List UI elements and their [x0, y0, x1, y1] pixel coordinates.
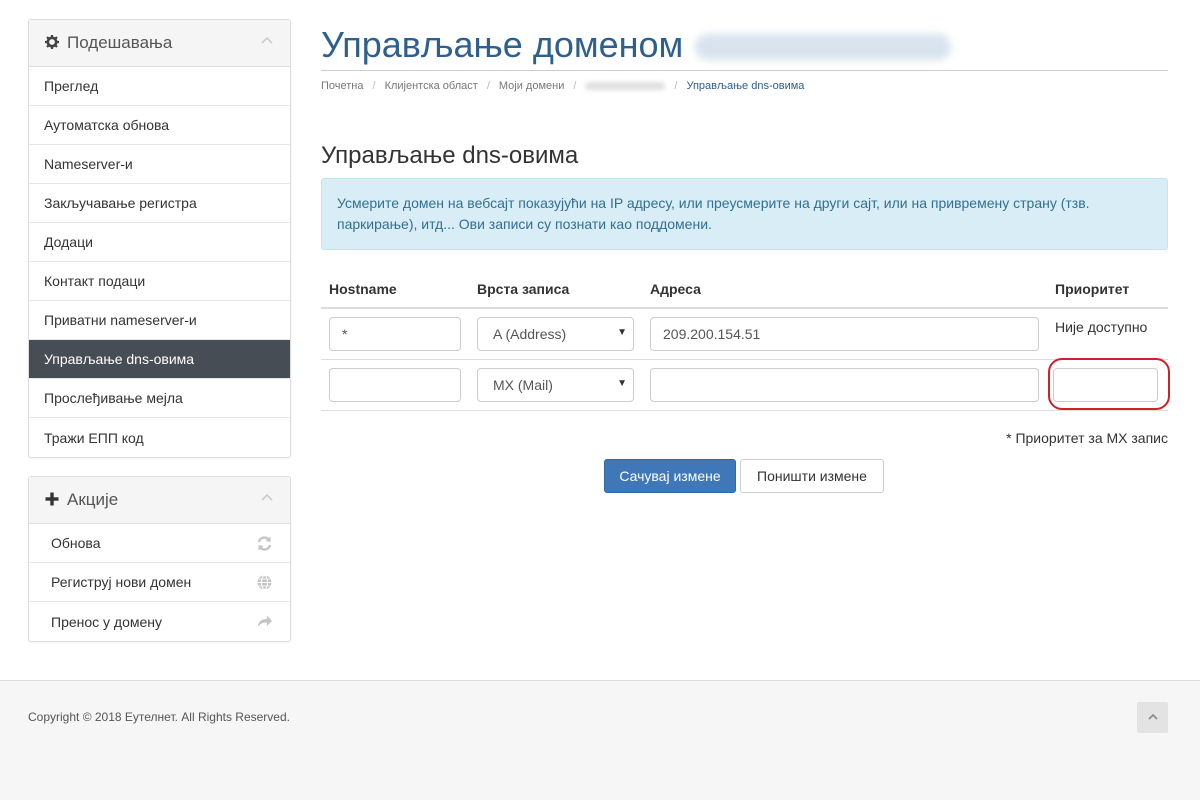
column-header-hostname: Hostname: [321, 268, 469, 309]
priority-not-available: Није доступно: [1055, 319, 1148, 335]
save-changes-button[interactable]: Сачувај измене: [604, 459, 736, 493]
globe-icon: [256, 574, 273, 591]
column-header-record-type: Врста записа: [469, 268, 642, 309]
sidebar-item-label: Прослеђивање мејла: [44, 390, 183, 406]
breadcrumb-separator: /: [372, 80, 376, 92]
breadcrumb-blurred-domain[interactable]: [585, 82, 666, 90]
address-input[interactable]: [650, 368, 1039, 402]
breadcrumb-separator: /: [573, 80, 577, 92]
chevron-up-icon[interactable]: [260, 34, 274, 48]
sidebar-item-registrar-lock[interactable]: Закључавање регистра: [29, 184, 290, 223]
actions-panel-title: Акције: [67, 490, 119, 509]
action-renew[interactable]: Обнова: [29, 524, 290, 563]
column-header-address: Адреса: [642, 268, 1047, 309]
blurred-domain-name: [695, 34, 952, 61]
sidebar-item-nameservers[interactable]: Nameserver-и: [29, 145, 290, 184]
table-row: * A (Address) ▼ 209.200.154.51 Није досту…: [321, 308, 1168, 360]
sidebar-item-email-forwarding[interactable]: Прослеђивање мејла: [29, 379, 290, 418]
dropdown-caret-icon: ▼: [617, 378, 627, 389]
column-header-priority: Приоритет: [1047, 268, 1168, 309]
back-to-top-button[interactable]: [1137, 702, 1168, 733]
record-type-value: A (Address): [493, 326, 567, 342]
chevron-up-icon[interactable]: [260, 491, 274, 505]
breadcrumb-my-domains[interactable]: Моји домени: [499, 80, 564, 92]
sidebar-item-private-nameservers[interactable]: Приватни nameserver-и: [29, 301, 290, 340]
sidebar-item-addons[interactable]: Додаци: [29, 223, 290, 262]
sidebar-item-label: Аутоматска обнова: [44, 117, 170, 133]
chevron-up-icon: [1147, 710, 1159, 726]
sidebar-item-label: Закључавање регистра: [44, 195, 197, 211]
sidebar-item-contact-info[interactable]: Контакт подаци: [29, 262, 290, 301]
sidebar-item-label: Управљање dns-овима: [44, 351, 195, 367]
sidebar-item-dns-management[interactable]: Управљање dns-овима: [29, 340, 290, 379]
sidebar-item-label: Додаци: [44, 234, 93, 250]
sidebar-item-overview[interactable]: Преглед: [29, 67, 290, 106]
breadcrumb-separator: /: [674, 80, 678, 92]
settings-panel-heading[interactable]: Подешавања: [29, 20, 290, 67]
dropdown-caret-icon: ▼: [617, 327, 627, 338]
table-header-row: Hostname Врста записа Адреса Приоритет: [321, 268, 1168, 309]
cancel-changes-button[interactable]: Поништи измене: [740, 459, 884, 493]
breadcrumb-separator: /: [486, 80, 490, 92]
action-label: Региструј нови домен: [51, 574, 192, 590]
breadcrumb-client-area[interactable]: Клијентска област: [385, 80, 478, 92]
dns-records-table: Hostname Врста записа Адреса Приоритет *…: [321, 268, 1168, 411]
sidebar-item-label: Nameserver-и: [44, 156, 133, 172]
action-label: Обнова: [51, 535, 101, 551]
actions-panel: Акције Обнова Региструј нови домен Прено…: [28, 476, 291, 642]
breadcrumb-home[interactable]: Почетна: [321, 80, 364, 92]
sidebar-item-label: Контакт подаци: [44, 273, 146, 289]
settings-panel: Подешавања Преглед Аутоматска обнова Nam…: [28, 19, 291, 458]
table-row: MX (Mail) ▼: [321, 359, 1168, 411]
share-arrow-icon: [256, 613, 273, 630]
record-type-select[interactable]: MX (Mail) ▼: [477, 368, 634, 402]
refresh-icon: [256, 535, 273, 552]
action-label: Пренос у домену: [51, 613, 163, 630]
action-transfer-domain[interactable]: Пренос у домену: [29, 602, 290, 641]
section-title: Управљање dns-овима: [321, 142, 579, 169]
hostname-input[interactable]: [329, 368, 461, 402]
address-input[interactable]: 209.200.154.51: [650, 317, 1039, 351]
breadcrumb-current: Управљање dns-овима: [686, 80, 805, 92]
sidebar-item-epp-code[interactable]: Тражи ЕПП код: [29, 418, 290, 457]
settings-panel-title: Подешавања: [67, 33, 173, 52]
info-alert: Усмерите домен на вебсајт показујући на …: [321, 178, 1168, 250]
action-register-domain[interactable]: Региструј нови домен: [29, 563, 290, 602]
priority-input-highlight: [1048, 358, 1170, 410]
title-divider: [321, 70, 1168, 71]
page-title: Управљање доменом: [321, 24, 952, 66]
record-type-select[interactable]: A (Address) ▼: [477, 317, 634, 351]
sidebar-item-auto-renew[interactable]: Аутоматска обнова: [29, 106, 290, 145]
sidebar-item-label: Тражи ЕПП код: [44, 429, 144, 446]
gear-icon: [45, 34, 61, 52]
plus-icon: [45, 492, 61, 509]
actions-panel-heading[interactable]: Акције: [29, 477, 290, 524]
sidebar-item-label: Приватни nameserver-и: [44, 312, 197, 328]
page-title-text: Управљање доменом: [321, 24, 684, 65]
record-type-value: MX (Mail): [493, 377, 553, 393]
hostname-input[interactable]: *: [329, 317, 461, 351]
mx-priority-note: * Приоритет за MX запис: [1006, 430, 1168, 446]
breadcrumb: Почетна / Клијентска област / Моји домен…: [321, 80, 804, 92]
sidebar-item-label: Преглед: [44, 78, 99, 94]
footer: Copyright © 2018 Еутелнет. All Rights Re…: [0, 680, 1200, 800]
copyright-text: Copyright © 2018 Еутелнет. All Rights Re…: [28, 710, 290, 724]
